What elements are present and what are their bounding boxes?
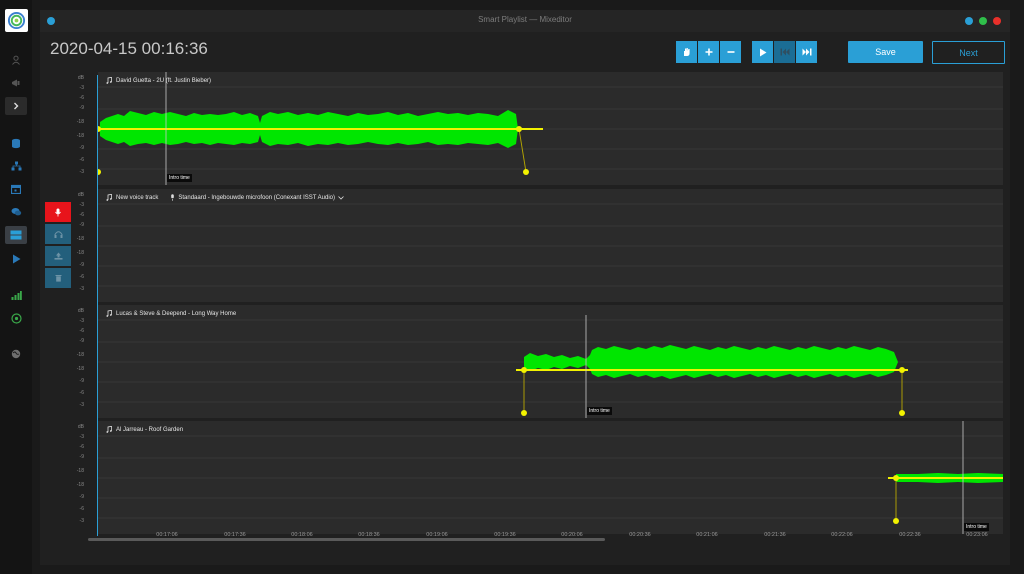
- timeline-tick: 00:17:36: [224, 532, 246, 538]
- comments-icon[interactable]: [5, 203, 27, 221]
- microphone-icon: [55, 208, 61, 216]
- play-icon: [759, 48, 766, 56]
- hand-icon: [684, 48, 690, 56]
- record-button[interactable]: [45, 202, 71, 222]
- track-2-name: New voice track: [116, 194, 159, 201]
- timeline-tick: 00:22:36: [899, 532, 921, 538]
- track-1-title: David Guetta - 2U (ft. Justin Bieber): [106, 77, 211, 84]
- upload-button[interactable]: [45, 246, 71, 266]
- database-icon[interactable]: [5, 134, 27, 152]
- timeline-tick: 00:21:06: [696, 532, 718, 538]
- save-button[interactable]: Save: [848, 41, 923, 63]
- delete-button[interactable]: [45, 268, 71, 288]
- play-button[interactable]: [752, 41, 773, 63]
- microphone-icon: [171, 194, 175, 201]
- network-icon[interactable]: [5, 309, 27, 327]
- timeline-tick: 00:23:06: [966, 532, 988, 538]
- chevron-right-icon[interactable]: [5, 97, 27, 115]
- zoom-in-button[interactable]: [698, 41, 719, 63]
- hand-tool-button[interactable]: [676, 41, 697, 63]
- zoom-in-icon: [705, 48, 712, 56]
- sitemap-icon[interactable]: [5, 157, 27, 175]
- skip-back-button[interactable]: [774, 41, 795, 63]
- mixeditor-window: Smart Playlist — Mixeditor 2020-04-15 00…: [40, 10, 1010, 565]
- input-device-label: Standaard - Ingebouwde microfoon (Conexa…: [178, 194, 336, 201]
- db-scale: dB -3 -6 -9 -18 -18 -9 -6 -3: [76, 192, 84, 292]
- track-2-waveform[interactable]: [98, 189, 1003, 302]
- track-1[interactable]: dB -3 -6 -9 -18 -18 -9 -6 -3 David Guett…: [77, 72, 1003, 185]
- db-scale: dB -3 -6 -9 -18 -18 -9 -6 -3: [76, 424, 84, 524]
- track-4-name: Al Jarreau - Roof Garden: [116, 426, 184, 433]
- monitor-button[interactable]: [45, 224, 71, 244]
- headphones-icon: [54, 231, 62, 238]
- signal-bars-icon[interactable]: [5, 286, 27, 304]
- track-3-waveform[interactable]: [98, 305, 1003, 418]
- intro-time-label: Intro time: [964, 523, 989, 531]
- title-bar: Smart Playlist — Mixeditor: [40, 10, 1010, 32]
- skip-back-icon: [780, 48, 789, 56]
- play-icon[interactable]: [5, 250, 27, 268]
- track-1-name: David Guetta - 2U (ft. Justin Bieber): [116, 77, 212, 84]
- timeline-tick: 00:17:06: [156, 532, 178, 538]
- timeline-tick: 00:18:06: [291, 532, 313, 538]
- upload-icon: [54, 252, 62, 260]
- track-4-title: Al Jarreau - Roof Garden: [106, 426, 183, 433]
- track-1-waveform[interactable]: [98, 72, 1003, 185]
- calendar-icon[interactable]: [5, 180, 27, 198]
- timeline-tick: 00:19:06: [426, 532, 448, 538]
- skip-forward-button[interactable]: [796, 41, 817, 63]
- chevron-down-icon: [338, 195, 344, 200]
- track-2-title: New voice track Standaard - Ingebouwde m…: [106, 194, 344, 201]
- app-logo: [5, 9, 28, 32]
- music-note-icon: [106, 77, 112, 84]
- horizontal-scrollbar[interactable]: [88, 538, 605, 541]
- zoom-out-icon: [727, 51, 734, 53]
- megaphone-icon[interactable]: [5, 74, 27, 92]
- current-datetime: 2020-04-15 00:16:36: [50, 39, 208, 58]
- track-2-voice[interactable]: dB -3 -6 -9 -18 -18 -9 -6 -3 New voice t…: [77, 189, 1003, 302]
- timeline-tick: 00:19:36: [494, 532, 516, 538]
- track-3-title: Lucas & Steve & Deepend - Long Way Home: [106, 310, 236, 317]
- timeline-tick: 00:20:36: [629, 532, 651, 538]
- swirl-logo-icon: [7, 11, 26, 30]
- music-note-icon: [106, 426, 112, 433]
- window-maximize-dot[interactable]: [993, 17, 1001, 25]
- timeline-tick: 00:18:36: [358, 532, 380, 538]
- db-scale: dB -3 -6 -9 -18 -18 -9 -6 -3: [76, 75, 84, 175]
- playhead-cursor[interactable]: [97, 75, 98, 536]
- track-4-waveform[interactable]: [98, 421, 1003, 534]
- next-button[interactable]: Next: [932, 41, 1005, 64]
- trash-icon: [55, 275, 61, 282]
- track-4[interactable]: dB -3 -6 -9 -18 -18 -9 -6 -3 Al Jarreau …: [77, 421, 1003, 534]
- window-close-dot[interactable]: [965, 17, 973, 25]
- input-device-select[interactable]: Standaard - Ingebouwde microfoon (Conexa…: [170, 194, 344, 201]
- music-note-icon: [106, 310, 112, 317]
- music-note-icon: [106, 194, 112, 201]
- user-icon[interactable]: [5, 51, 27, 69]
- window-minimize-dot[interactable]: [979, 17, 987, 25]
- window-title: Smart Playlist — Mixeditor: [478, 15, 572, 24]
- track-3-name: Lucas & Steve & Deepend - Long Way Home: [116, 310, 237, 317]
- intro-time-label: Intro time: [167, 174, 192, 182]
- db-scale: dB -3 -6 -9 -18 -18 -9 -6 -3: [76, 308, 84, 408]
- intro-time-label: Intro time: [587, 407, 612, 415]
- playlist-editor-icon[interactable]: [5, 226, 27, 244]
- timeline-tick: 00:22:06: [831, 532, 853, 538]
- timeline-tick: 00:21:36: [764, 532, 786, 538]
- app-sidebar: [0, 0, 32, 574]
- timeline-tick: 00:20:06: [561, 532, 583, 538]
- track-3[interactable]: dB -3 -6 -9 -18 -18 -9 -6 -3 Lucas & Ste…: [77, 305, 1003, 418]
- skip-forward-icon: [802, 48, 811, 56]
- zoom-out-button[interactable]: [720, 41, 741, 63]
- globe-icon[interactable]: [5, 345, 27, 363]
